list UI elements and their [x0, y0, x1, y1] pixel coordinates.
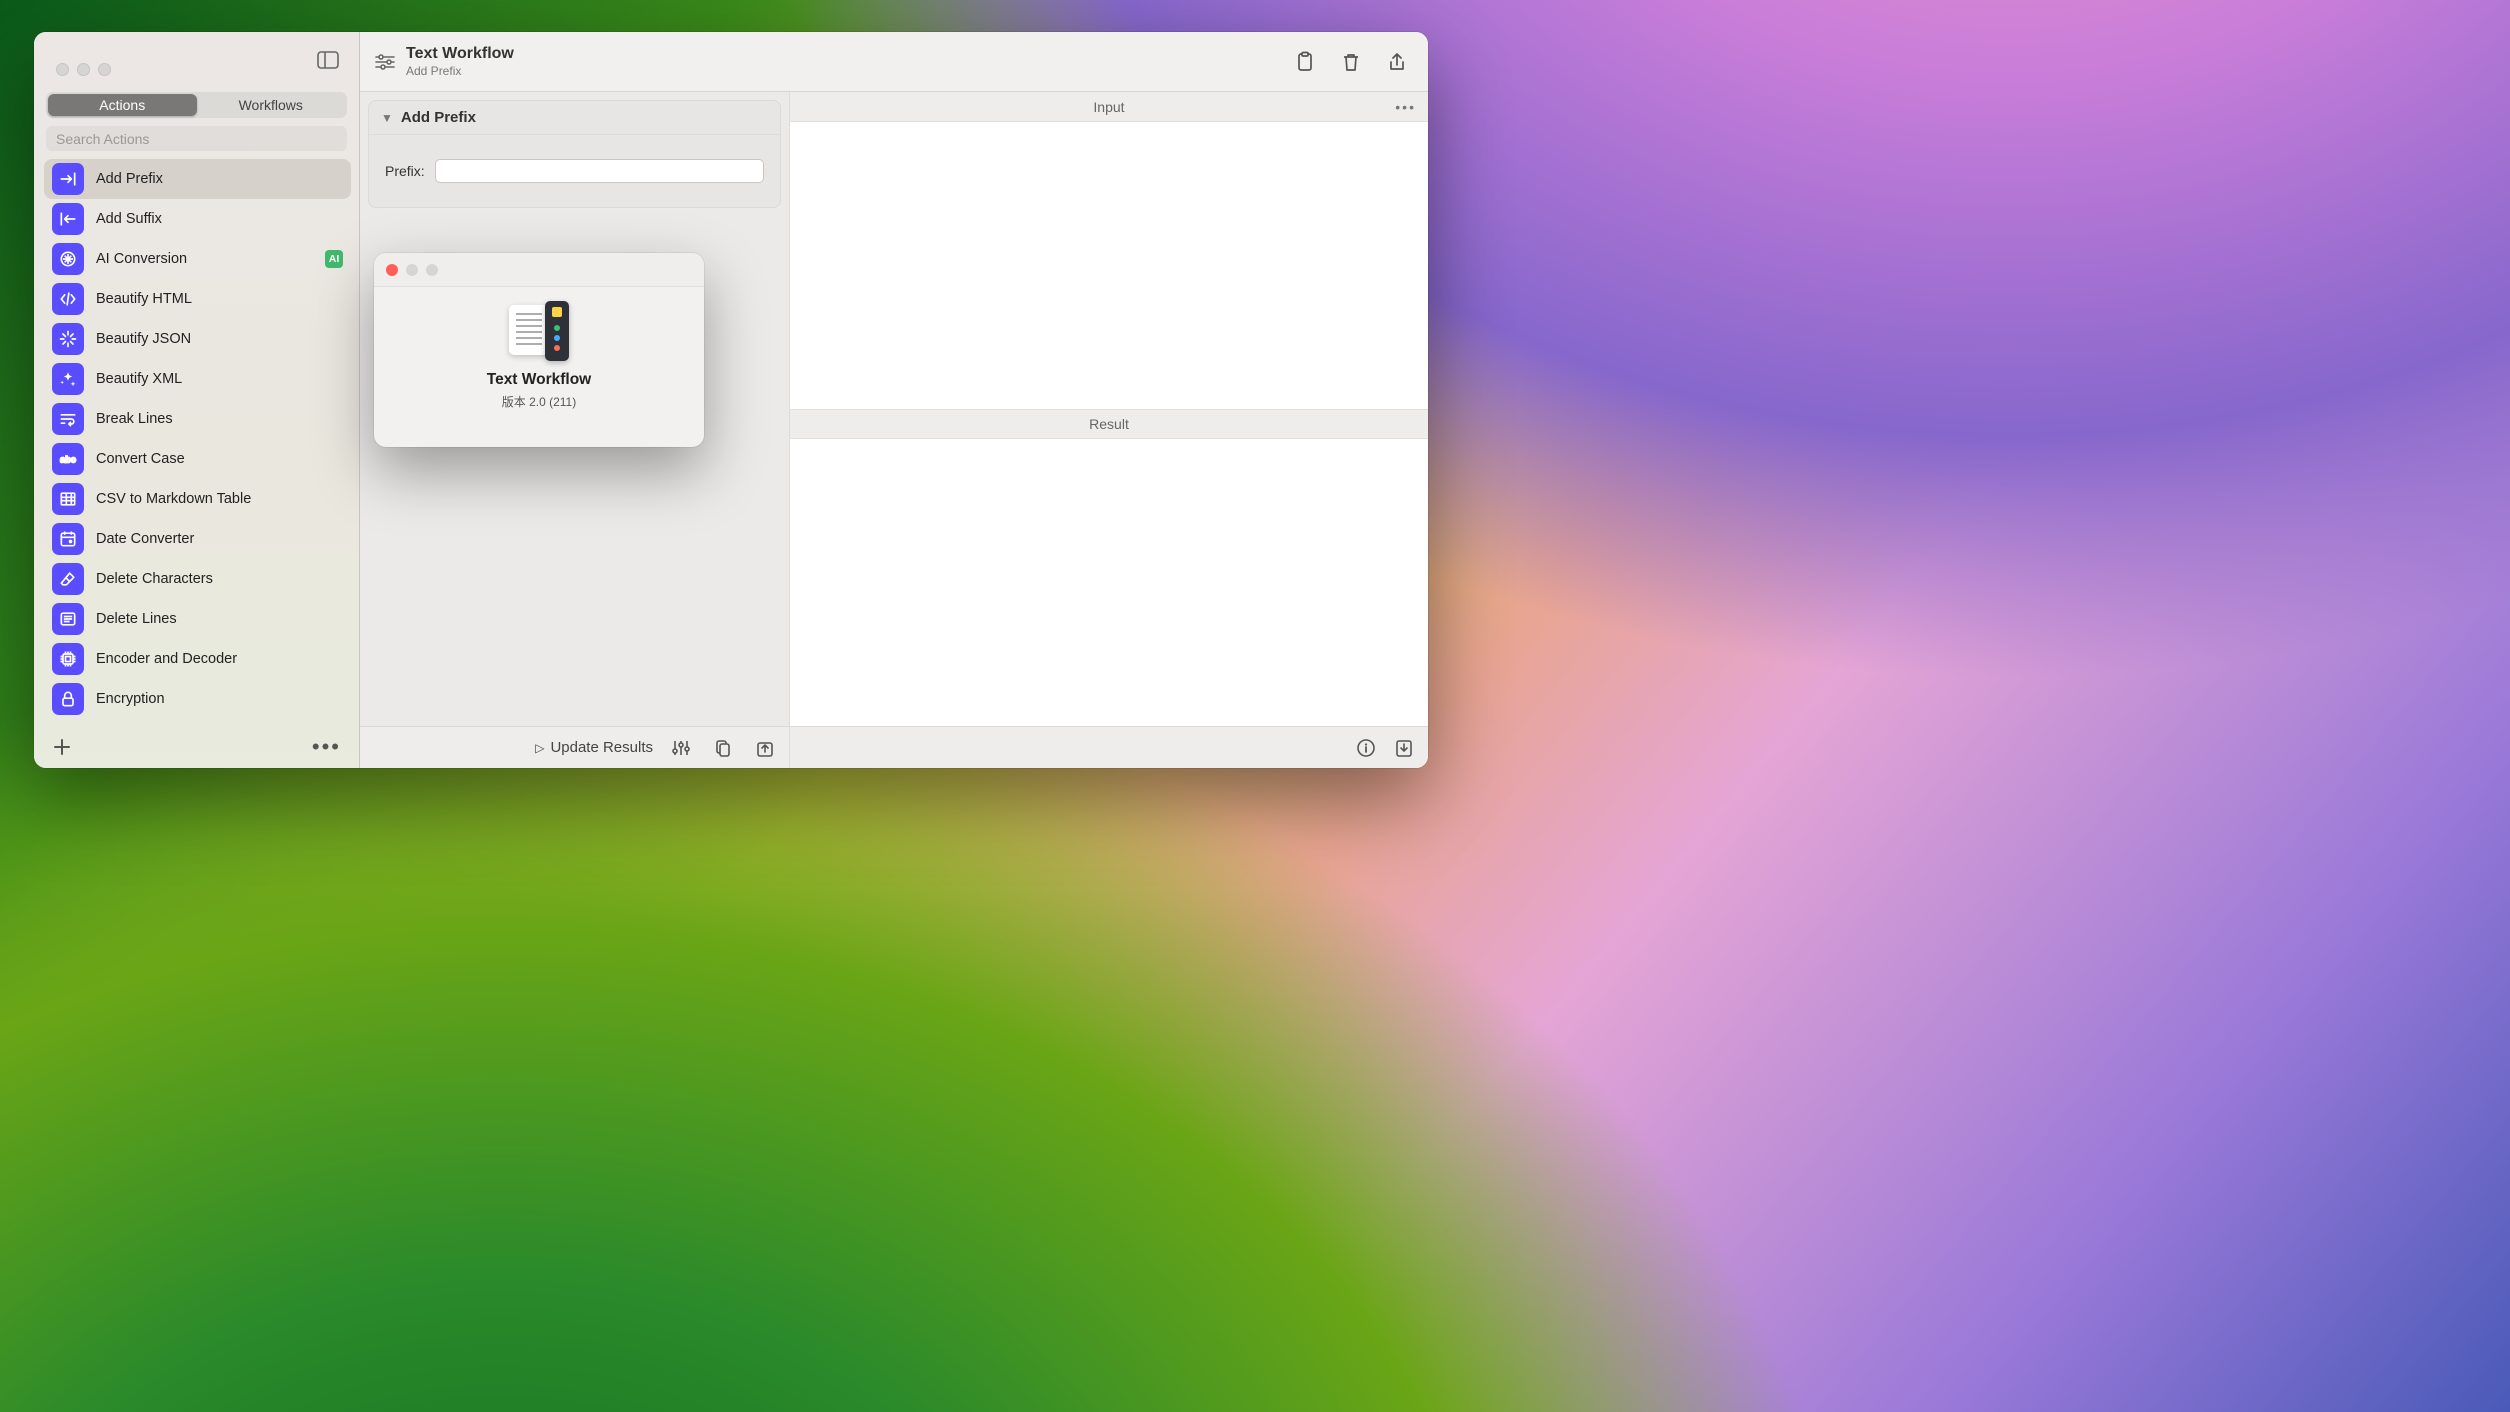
chip-icon — [52, 643, 84, 675]
search-input[interactable] — [56, 131, 337, 147]
sidebar-item-label: Break Lines — [96, 411, 173, 427]
disclosure-triangle-icon[interactable]: ▼ — [381, 111, 393, 125]
paste-icon[interactable] — [1294, 51, 1316, 73]
lock-icon — [52, 683, 84, 715]
sidebar-item-label: Delete Lines — [96, 611, 177, 627]
ai-badge: AI — [325, 250, 343, 268]
sparkles-icon — [52, 363, 84, 395]
sidebar-item-add-suffix[interactable]: Add Suffix — [44, 199, 351, 239]
sidebar-item-convert-case[interactable]: abc Convert Case — [44, 439, 351, 479]
io-column: Input ••• Result — [790, 92, 1428, 768]
sidebar-item-label: Beautify HTML — [96, 291, 192, 307]
action-card-add-prefix: ▼ Add Prefix Prefix: — [368, 100, 781, 208]
arrow-left-bar-icon — [52, 203, 84, 235]
burst-icon — [52, 323, 84, 355]
download-icon[interactable] — [1394, 738, 1414, 758]
tab-actions[interactable]: Actions — [48, 94, 197, 116]
sidebar-item-date-converter[interactable]: Date Converter — [44, 519, 351, 559]
sidebar-item-delete-characters[interactable]: Delete Characters — [44, 559, 351, 599]
about-minimize-icon — [406, 264, 418, 276]
sidebar-item-delete-lines[interactable]: Delete Lines — [44, 599, 351, 639]
about-close-icon[interactable] — [386, 264, 398, 276]
action-list: Add Prefix Add Suffix AI Conversion AI Beaut… — [34, 159, 359, 724]
sidebar-item-csv-to-markdown-table[interactable]: CSV to Markdown Table — [44, 479, 351, 519]
toolbar: Text Workflow Add Prefix — [360, 32, 1428, 92]
info-icon[interactable] — [1356, 738, 1376, 758]
sidebar-item-break-lines[interactable]: Break Lines — [44, 399, 351, 439]
sidebar-item-label: Convert Case — [96, 451, 185, 467]
app-window: Actions Workflows Add Prefix Add Suffix AI… — [34, 32, 1428, 768]
sidebar-item-label: Beautify JSON — [96, 331, 191, 347]
copy-icon[interactable] — [713, 738, 733, 758]
lines-x-icon — [52, 603, 84, 635]
sidebar-item-label: Encoder and Decoder — [96, 651, 237, 667]
calendar-icon — [52, 523, 84, 555]
wrap-icon — [52, 403, 84, 435]
update-results-label: Update Results — [550, 739, 653, 756]
arrow-right-bar-icon — [52, 163, 84, 195]
about-zoom-icon — [426, 264, 438, 276]
about-app-name: Text Workflow — [487, 371, 592, 389]
sidebar-item-encryption[interactable]: Encryption — [44, 679, 351, 719]
abc-icon: abc — [52, 443, 84, 475]
sidebar-item-label: AI Conversion — [96, 251, 187, 267]
about-version: 版本 2.0 (211) — [502, 393, 576, 410]
traffic-close-icon[interactable] — [56, 63, 69, 76]
result-textarea — [790, 439, 1428, 726]
update-results-button[interactable]: ▷ Update Results — [535, 739, 653, 756]
input-more-icon[interactable]: ••• — [1395, 99, 1416, 115]
svg-text:abc: abc — [60, 454, 76, 464]
traffic-minimize-icon[interactable] — [77, 63, 90, 76]
toolbar-subtitle: Add Prefix — [406, 64, 514, 78]
tab-workflows[interactable]: Workflows — [197, 94, 346, 116]
sidebar-item-encoder-and-decoder[interactable]: Encoder and Decoder — [44, 639, 351, 679]
code-brackets-icon — [52, 283, 84, 315]
trash-icon[interactable] — [1340, 51, 1362, 73]
sidebar: Actions Workflows Add Prefix Add Suffix AI… — [34, 32, 360, 768]
about-dialog: Text Workflow 版本 2.0 (211) — [374, 253, 704, 447]
sidebar-item-beautify-json[interactable]: Beautify JSON — [44, 319, 351, 359]
sidebar-item-add-prefix[interactable]: Add Prefix — [44, 159, 351, 199]
settings-sliders-icon[interactable] — [374, 53, 396, 71]
sidebar-item-label: Beautify XML — [96, 371, 182, 387]
sidebar-item-label: CSV to Markdown Table — [96, 491, 251, 507]
sidebar-item-beautify-xml[interactable]: Beautify XML — [44, 359, 351, 399]
sidebar-item-beautify-html[interactable]: Beautify HTML — [44, 279, 351, 319]
prefix-input[interactable] — [435, 159, 764, 183]
sidebar-item-label: Add Prefix — [96, 171, 163, 187]
ai-spark-icon — [52, 243, 84, 275]
result-header-label: Result — [1089, 416, 1129, 432]
action-card-title: Add Prefix — [401, 109, 476, 126]
add-action-button[interactable] — [52, 737, 72, 757]
sidebar-item-label: Date Converter — [96, 531, 194, 547]
search-actions[interactable] — [46, 126, 347, 151]
export-up-icon[interactable] — [755, 738, 775, 758]
play-icon: ▷ — [535, 741, 544, 755]
sidebar-item-ai-conversion[interactable]: AI Conversion AI — [44, 239, 351, 279]
sidebar-item-label: Delete Characters — [96, 571, 213, 587]
input-header: Input ••• — [790, 92, 1428, 122]
table-icon — [52, 483, 84, 515]
app-logo-icon — [509, 301, 569, 361]
sidebar-item-label: Encryption — [96, 691, 165, 707]
input-textarea[interactable] — [790, 122, 1428, 409]
toggle-sidebar-icon[interactable] — [311, 45, 345, 75]
prefix-label: Prefix: — [385, 163, 425, 179]
result-header: Result — [790, 409, 1428, 439]
erase-icon — [52, 563, 84, 595]
sidebar-more-icon[interactable]: ••• — [312, 734, 341, 760]
equalizer-icon[interactable] — [671, 738, 691, 758]
sidebar-item-label: Add Suffix — [96, 211, 162, 227]
traffic-zoom-icon[interactable] — [98, 63, 111, 76]
input-header-label: Input — [1093, 99, 1124, 115]
sidebar-tabs: Actions Workflows — [46, 92, 347, 118]
toolbar-title: Text Workflow — [406, 45, 514, 63]
share-icon[interactable] — [1386, 51, 1408, 73]
